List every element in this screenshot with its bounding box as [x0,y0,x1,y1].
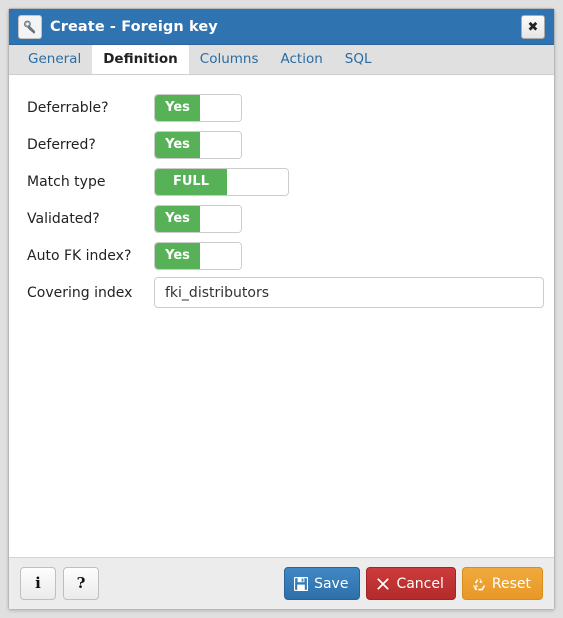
validated-toggle-on-label: Yes [155,205,200,232]
validated-toggle[interactable]: Yes [154,204,242,233]
auto-fk-index-label: Auto FK index? [27,247,132,264]
auto-fk-index-toggle-on-label: Yes [155,242,200,269]
save-button-label: Save [314,575,349,592]
dialog-titlebar: Create - Foreign key ✖ [9,9,554,45]
deferrable-toggle-track [200,94,241,121]
dialog-title: Create - Foreign key [50,18,218,35]
help-icon-button[interactable]: ? [63,567,99,600]
cancel-button-label: Cancel [396,575,444,592]
match-type-toggle-on-label: FULL [155,168,227,195]
match-type-label: Match type [27,173,106,190]
deferrable-toggle[interactable]: Yes [154,93,242,122]
close-icon[interactable]: ✖ [521,15,545,39]
tab-action[interactable]: Action [270,44,334,74]
definition-tab-panel: Deferrable? Yes Deferred? Yes Match type… [9,75,554,557]
deferred-label: Deferred? [27,136,96,153]
dialog-footer: i ? Save Cancel Reset [9,557,554,609]
covering-index-input[interactable] [154,277,544,308]
create-foreign-key-dialog: Create - Foreign key ✖ General Definitio… [8,8,555,610]
reset-button[interactable]: Reset [461,567,543,600]
save-button[interactable]: Save [284,567,361,600]
deferred-toggle-track [200,131,241,158]
deferred-toggle-on-label: Yes [155,131,200,158]
match-type-toggle-track [227,168,288,195]
cancel-button[interactable]: Cancel [366,567,456,600]
deferrable-label: Deferrable? [27,99,109,116]
footer-left-group: i ? [20,567,99,600]
floppy-disk-icon [294,576,309,591]
field-row-deferrable: Deferrable? Yes [9,89,554,126]
validated-label: Validated? [27,210,100,227]
covering-index-label: Covering index [27,284,133,301]
match-type-toggle[interactable]: FULL [154,167,289,196]
deferred-toggle[interactable]: Yes [154,130,242,159]
field-row-auto-fk-index: Auto FK index? Yes [9,237,554,274]
deferrable-toggle-on-label: Yes [155,94,200,121]
tab-definition[interactable]: Definition [92,44,189,74]
field-row-validated: Validated? Yes [9,200,554,237]
field-row-deferred: Deferred? Yes [9,126,554,163]
tab-bar: General Definition Columns Action SQL [9,44,554,75]
reset-button-label: Reset [491,575,531,592]
info-icon-button[interactable]: i [20,567,56,600]
footer-right-group: Save Cancel Reset [284,567,543,600]
recycle-icon [472,577,486,591]
field-row-covering-index: Covering index [9,274,554,311]
tab-columns[interactable]: Columns [189,44,270,74]
close-x-icon [376,577,390,591]
validated-toggle-track [200,205,241,232]
auto-fk-index-toggle-track [200,242,241,269]
key-icon [18,14,42,39]
field-row-match-type: Match type FULL [9,163,554,200]
tab-general[interactable]: General [17,44,92,74]
auto-fk-index-toggle[interactable]: Yes [154,241,242,270]
tab-sql[interactable]: SQL [334,44,383,74]
